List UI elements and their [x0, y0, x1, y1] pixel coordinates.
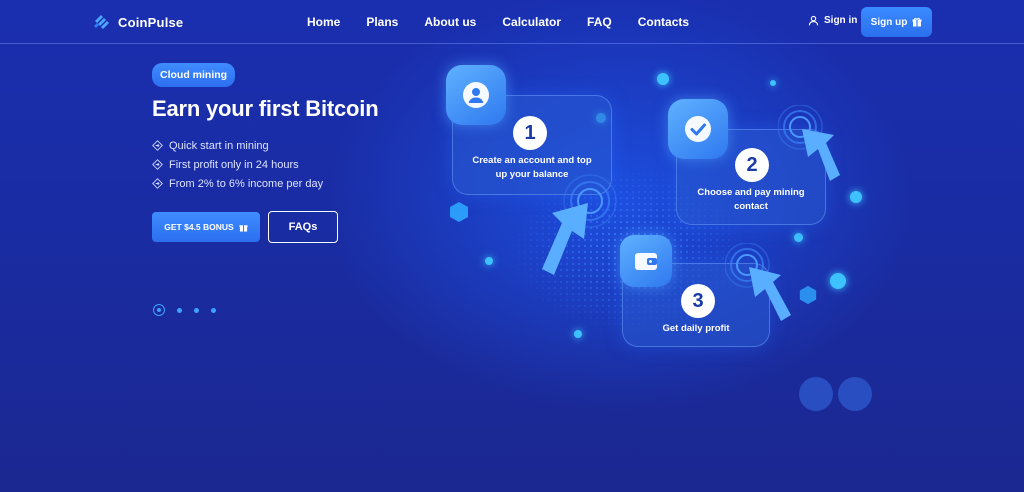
wallet-icon: [635, 253, 657, 270]
feature-list: Quick start in mining First profit only …: [152, 136, 323, 193]
nav-plans[interactable]: Plans: [366, 15, 398, 29]
glow-dot: [657, 73, 669, 85]
arrow-pointer-icon: [725, 243, 791, 321]
hero-headline: Earn your first Bitcoin: [152, 96, 379, 121]
step-icon-tile-2: [668, 99, 728, 159]
cloud-mining-badge: Cloud mining: [152, 63, 236, 87]
step-text-line: contact: [734, 201, 768, 212]
brand-logo[interactable]: CoinPulse: [92, 12, 183, 32]
step-icon-tile-3: [620, 235, 672, 287]
feature-item: From 2% to 6% income per day: [152, 174, 323, 193]
brand-name: CoinPulse: [118, 14, 184, 30]
step-number: 3: [681, 284, 715, 318]
sign-up-button[interactable]: Sign up: [861, 7, 932, 37]
feature-text: First profit only in 24 hours: [169, 158, 299, 171]
glow-dot: [485, 257, 493, 265]
glow-dot: [574, 330, 582, 338]
slider-dot[interactable]: [177, 307, 182, 313]
gift-icon: [912, 17, 922, 27]
site-header: CoinPulse Home Plans About us Calculator…: [0, 0, 1024, 44]
feature-item: First profit only in 24 hours: [152, 155, 323, 174]
nav-calculator[interactable]: Calculator: [502, 15, 561, 29]
feature-text: Quick start in mining: [169, 139, 269, 152]
diamond-arrow-icon: [152, 140, 163, 151]
feature-text: From 2% to 6% income per day: [169, 177, 324, 190]
sign-in-label: Sign in: [824, 15, 858, 26]
slider-dot-active[interactable]: [153, 304, 165, 316]
glow-dot: [794, 233, 803, 242]
get-bonus-label: GET $4.5 BONUS: [164, 222, 234, 232]
user-icon: [808, 15, 819, 26]
sign-in-link[interactable]: Sign in: [808, 15, 857, 26]
get-bonus-button[interactable]: GET $4.5 BONUS: [152, 212, 260, 242]
hexagon-shape: [450, 202, 468, 222]
diamond-arrow-icon: [152, 159, 163, 170]
step-icon-tile-1: [446, 65, 506, 125]
nav-about-us[interactable]: About us: [424, 15, 476, 29]
nav-home[interactable]: Home: [307, 15, 340, 29]
decorative-circle: [799, 377, 833, 411]
faqs-button[interactable]: FAQs: [268, 211, 338, 243]
step-text-line: Create an account and top: [472, 155, 592, 166]
slider-dot[interactable]: [194, 307, 199, 313]
coinpulse-logo-icon: [94, 15, 109, 29]
step-number: 2: [735, 148, 769, 182]
gift-icon: [239, 224, 248, 232]
step-number: 1: [513, 116, 547, 150]
nav-contacts[interactable]: Contacts: [638, 15, 689, 29]
user-icon: [463, 82, 489, 108]
slider-dot[interactable]: [211, 307, 216, 313]
sign-up-label: Sign up: [870, 16, 908, 28]
how-it-works-illustration: 1 Create an account and top up your bala…: [430, 55, 880, 365]
check-icon: [685, 116, 711, 142]
feature-item: Quick start in mining: [152, 136, 323, 155]
decorative-circle: [838, 377, 872, 411]
glow-dot: [830, 273, 846, 289]
glow-dot: [770, 80, 776, 86]
arrow-pointer-icon: [542, 174, 617, 275]
arrow-pointer-icon: [778, 105, 840, 181]
glow-dot: [850, 191, 862, 203]
main-nav: Home Plans About us Calculator FAQ Conta…: [300, 15, 689, 29]
slider-pagination: [153, 304, 216, 316]
diamond-arrow-icon: [152, 178, 163, 189]
nav-faq[interactable]: FAQ: [587, 15, 612, 29]
